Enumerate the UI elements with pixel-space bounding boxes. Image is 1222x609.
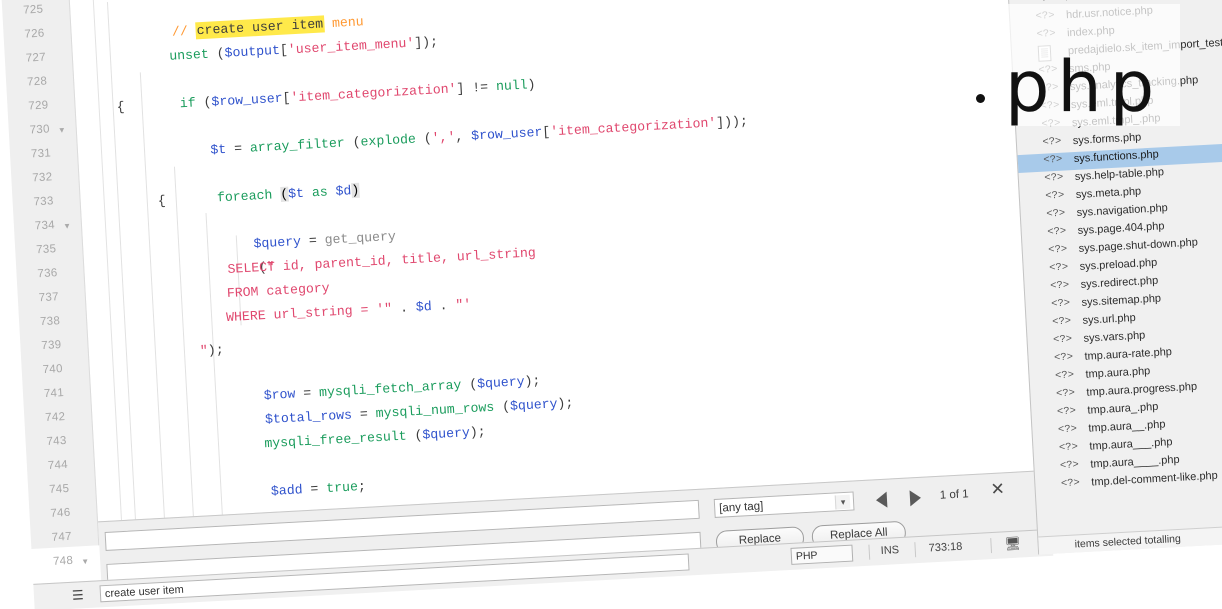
file-name-label: sys.url.php [1082, 311, 1137, 327]
php-file-icon: <?> [1047, 243, 1068, 257]
file-name-label: sys.sitemap.php [1081, 292, 1162, 309]
php-file-icon: <?> [1049, 279, 1070, 293]
php-file-icon: <?> [1050, 297, 1071, 311]
php-file-icon: <?> [1043, 153, 1063, 167]
line-number: 744 [47, 458, 69, 472]
php-file-icon: <?> [1036, 27, 1056, 41]
match-count-label: 1 of 1 [939, 488, 969, 502]
php-file-icon: <?> [1060, 477, 1081, 491]
file-name-label: tmp.aura_.php [1087, 400, 1159, 417]
php-file-icon: <?> [1052, 333, 1073, 347]
php-file-icon: <?> [1055, 387, 1076, 401]
php-file-icon: <?> [1058, 441, 1079, 455]
file-name-label: sys.redirect.php [1080, 274, 1159, 291]
file-name-label: sys.vars.php [1083, 329, 1146, 345]
php-file-icon: <?> [1033, 0, 1056, 5]
tag-select-value: [any tag] [718, 500, 764, 515]
line-number: 742 [44, 410, 66, 425]
file-name-label: sys.meta.php [1075, 185, 1142, 201]
php-file-icon: <?> [1047, 225, 1067, 239]
line-number: 725 [22, 3, 44, 17]
line-number: 726 [24, 27, 45, 41]
chevron-down-icon[interactable]: ▾ [834, 494, 851, 510]
line-number: 740 [42, 363, 64, 377]
line-number: 728 [26, 75, 48, 89]
file-name-label: sys.help-table.php [1074, 166, 1165, 184]
file-name-label: sys.preload.php [1079, 256, 1158, 273]
live-preview-icon[interactable]: 🖥 [1004, 535, 1021, 552]
php-file-icon: <?> [1051, 315, 1072, 329]
line-number: 746 [50, 506, 71, 520]
bullet-marker [976, 94, 985, 103]
php-file-icon: <?> [1042, 135, 1062, 149]
line-number: 743 [46, 434, 67, 449]
line-number: 727 [25, 51, 47, 65]
fold-toggle-icon[interactable]: ▼ [63, 221, 71, 230]
line-number: 747 [51, 530, 73, 544]
line-number: 730 [29, 123, 51, 137]
line-number: 745 [48, 482, 70, 496]
line-number: 737 [38, 291, 60, 305]
line-number: 729 [28, 99, 49, 113]
file-name-label: tmp.aura___.php [1089, 436, 1173, 453]
insert-mode-label: INS [880, 544, 900, 558]
language-select-value: PHP [795, 549, 818, 563]
line-number: 731 [30, 147, 52, 161]
file-name-label: hdr.usr.notice.php [1065, 4, 1154, 22]
cursor-position-label: 733:18 [928, 540, 963, 555]
php-file-icon: <?> [1057, 423, 1078, 437]
php-file-icon: <?> [1045, 189, 1065, 203]
fold-toggle-icon[interactable]: ▼ [58, 126, 66, 135]
line-number: 734 [34, 219, 56, 233]
file-name-label: sys.forms.php [1072, 131, 1142, 148]
file-name-label: tmp.aura____.php [1090, 453, 1180, 471]
php-file-icon: <?> [1035, 9, 1055, 23]
line-number: 738 [39, 315, 61, 329]
file-name-label: hdr.cnt.user.php [1065, 0, 1144, 3]
file-name-label: tmp.aura-rate.php [1084, 346, 1173, 363]
line-number: 732 [31, 171, 53, 185]
php-file-icon: <?> [1048, 261, 1069, 275]
line-number: 733 [33, 195, 54, 209]
php-file-icon: <?> [1056, 405, 1077, 419]
fold-toggle-icon[interactable]: ▼ [81, 557, 89, 566]
file-name-label: index.php [1066, 24, 1116, 40]
file-name-label: tmp.aura__.php [1088, 418, 1166, 435]
php-file-icon: <?> [1046, 207, 1066, 221]
filter-icon[interactable]: ☰ [72, 587, 85, 604]
php-file-icon: <?> [1053, 351, 1074, 365]
line-number: 748 [52, 554, 74, 568]
php-file-icon: <?> [1054, 369, 1075, 383]
line-number: 735 [35, 243, 57, 257]
find-next-icon[interactable] [909, 489, 922, 507]
line-number: 736 [37, 267, 58, 281]
find-prev-icon[interactable] [875, 491, 888, 509]
code-content[interactable]: // create user item menu unset ($output[… [92, 0, 1001, 570]
line-number: 739 [41, 339, 62, 353]
file-name-label: tmp.aura.php [1085, 365, 1151, 381]
php-file-icon: <?> [1059, 459, 1080, 473]
php-watermark: php [1005, 46, 1163, 128]
language-select[interactable]: PHP [790, 544, 854, 565]
file-name-label: sys.page.404.php [1077, 220, 1165, 237]
file-name-label: sys.functions.php [1073, 148, 1160, 166]
php-file-icon: <?> [1044, 171, 1064, 185]
tag-select[interactable]: [any tag] ▾ [713, 491, 855, 518]
file-panel-status: items selected totalling [1038, 520, 1222, 555]
app-window: 725 726 727 728 729 730 ▼ 731 732 733 734 ▼ 735 736 73… [0, 0, 1222, 609]
file-name-label: sys.navigation.php [1076, 202, 1169, 219]
line-number: 741 [43, 387, 65, 401]
close-icon[interactable]: ✕ [990, 479, 1005, 500]
